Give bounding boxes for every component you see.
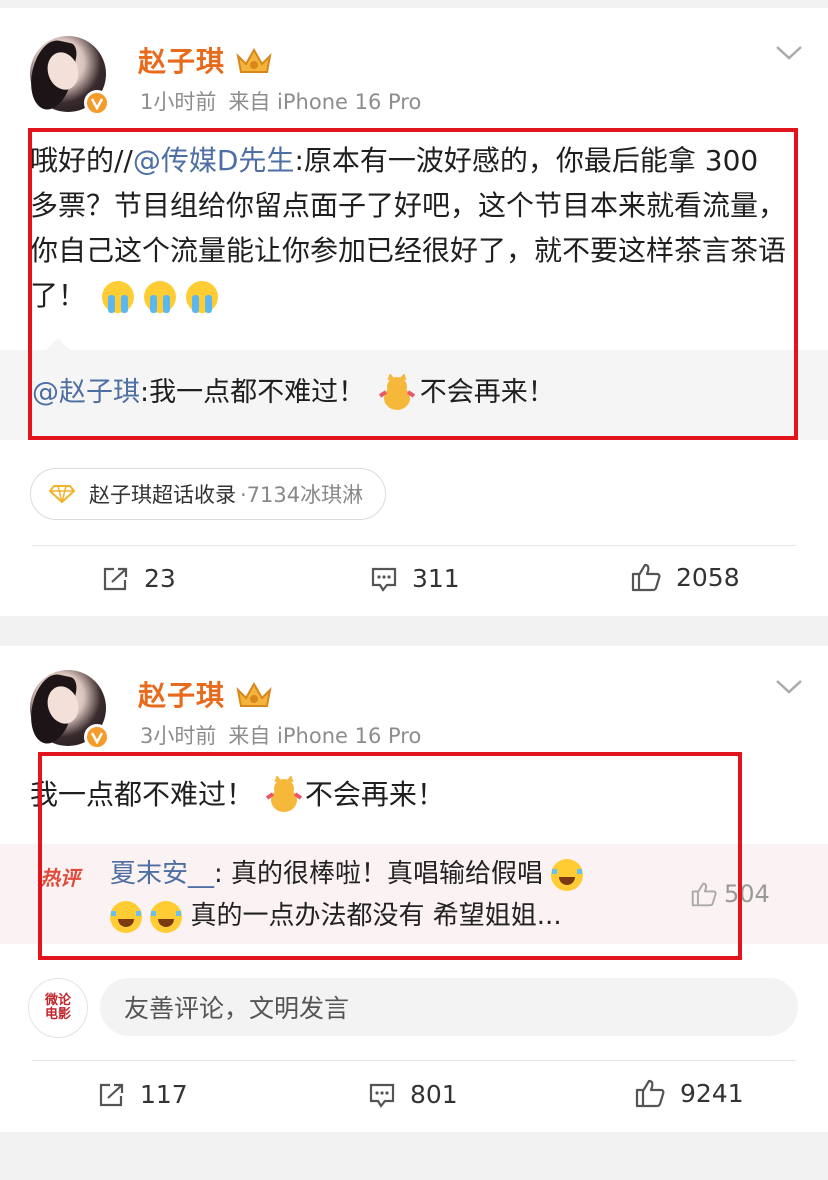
thumbs-up-icon: [631, 563, 661, 592]
repost-button[interactable]: 117: [98, 1080, 188, 1109]
super-topic-pill[interactable]: 赵子琪超话收录 ·7134冰琪淋: [30, 468, 387, 520]
repost-icon: [99, 1083, 124, 1106]
avatar[interactable]: [25, 36, 110, 116]
comment-placeholder: 友善评论，文明发言: [124, 994, 350, 1023]
verified-badge-icon: [84, 724, 110, 750]
like-button[interactable]: 2058: [630, 562, 740, 592]
repost-button[interactable]: 23: [102, 564, 176, 593]
post-time: 1小时前: [140, 90, 217, 114]
post-time: 3小时前: [140, 724, 217, 748]
comment-count: 311: [412, 564, 460, 593]
repost-count: 117: [140, 1080, 188, 1109]
like-count: 9241: [680, 1078, 744, 1108]
post-source: 来自 iPhone 16 Pro: [228, 90, 422, 114]
post-source: 来自 iPhone 16 Pro: [228, 724, 422, 748]
topic-count: ·7134冰琪淋: [240, 483, 364, 507]
repost-icon: [103, 567, 128, 590]
avatar[interactable]: [25, 670, 110, 750]
username[interactable]: 赵子琪: [138, 40, 225, 80]
comment-count: 801: [410, 1080, 458, 1109]
repost-count: 23: [144, 564, 176, 593]
thumbs-up-icon: [635, 1079, 665, 1108]
comment-button[interactable]: 311: [370, 564, 460, 593]
username[interactable]: 赵子琪: [138, 674, 225, 714]
chevron-down-icon[interactable]: [774, 678, 804, 696]
comment-icon: [371, 567, 397, 592]
like-button[interactable]: 9241: [634, 1078, 744, 1108]
topic-label: 赵子琪超话收录: [89, 483, 236, 507]
crown-icon: [236, 681, 272, 707]
diamond-icon: [49, 485, 75, 504]
weibo-post: 赵子琪 1小时前 来自 iPhone 16 Pro 哦好的//@传媒D先生:原本有…: [0, 8, 828, 616]
comment-icon: [369, 1083, 395, 1108]
weibo-post: 赵子琪 3小时前 来自 iPhone 16 Pro 我一点都不难过！ 不会再来！ …: [0, 646, 828, 1132]
crown-icon: [236, 47, 272, 73]
comment-input[interactable]: 友善评论，文明发言: [100, 978, 798, 1036]
highlight-box: [28, 128, 798, 440]
chevron-down-icon[interactable]: [774, 44, 804, 62]
like-count: 2058: [676, 562, 740, 592]
highlight-box: [38, 752, 742, 960]
commenter-avatar: 微论电影: [28, 978, 88, 1038]
verified-badge-icon: [84, 90, 110, 116]
comment-button[interactable]: 801: [368, 1080, 458, 1109]
